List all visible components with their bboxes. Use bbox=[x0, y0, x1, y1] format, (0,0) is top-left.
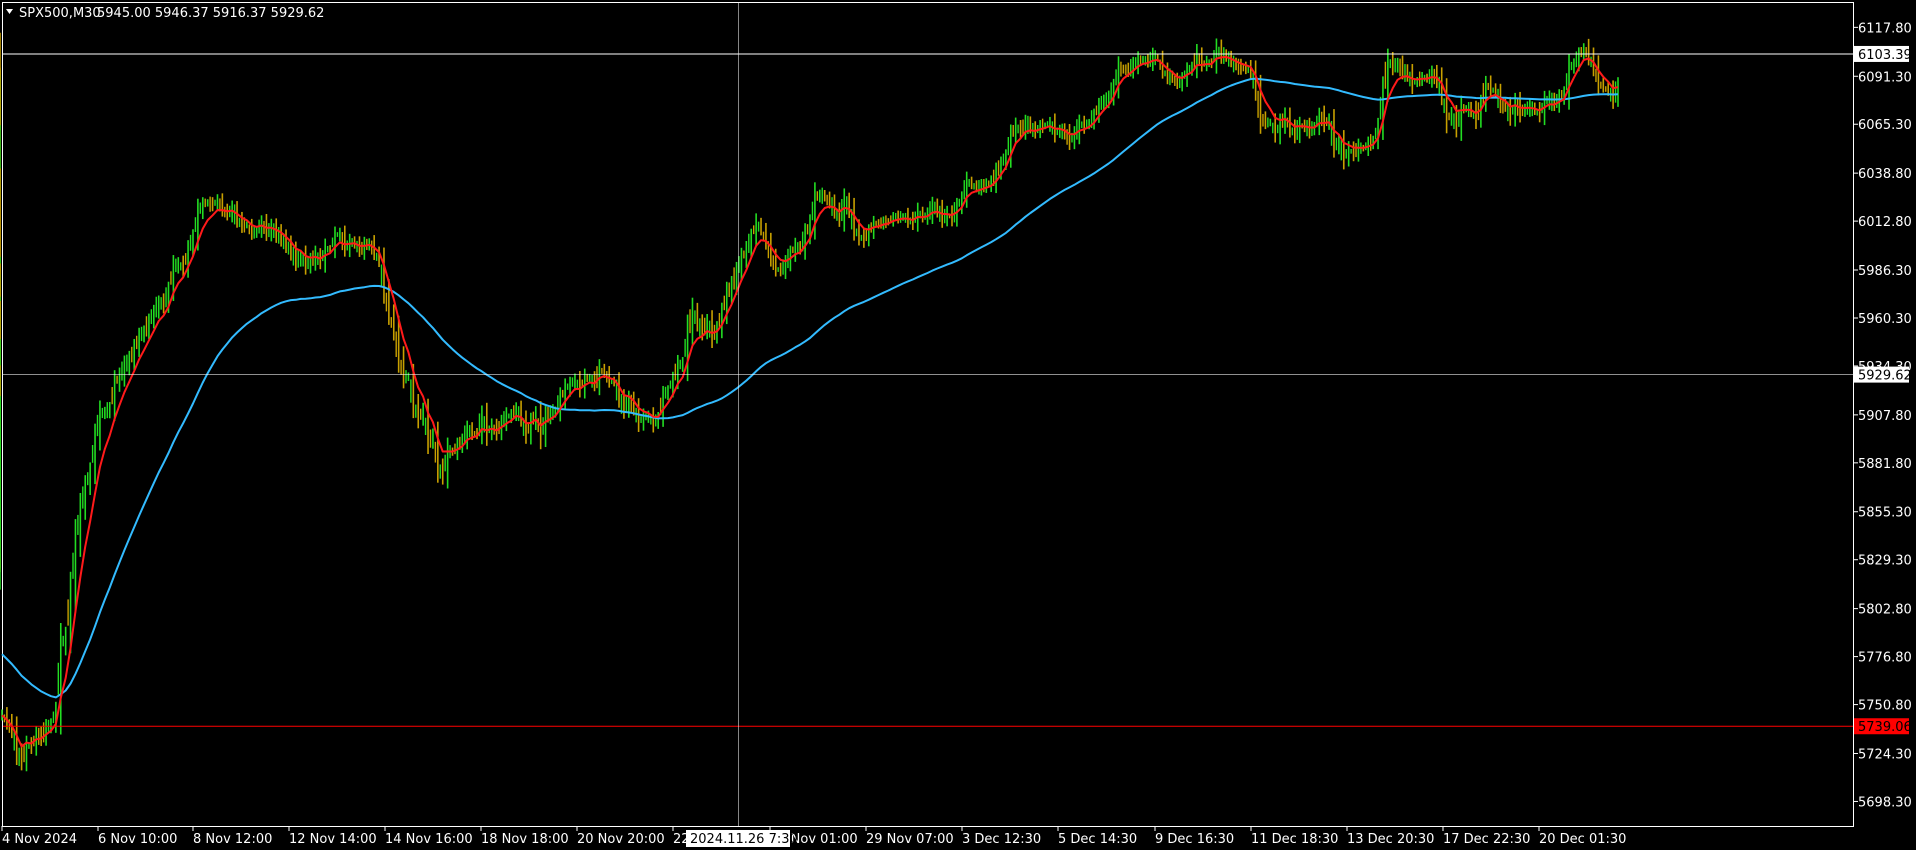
x-tick-label: 9 Dec 16:30 bbox=[1155, 832, 1234, 847]
y-tick-label: 6117.80 bbox=[1858, 21, 1912, 36]
y-tick-label: 5881.80 bbox=[1858, 457, 1912, 472]
x-tick-label: 6 Nov 10:00 bbox=[98, 832, 177, 847]
x-tick-label: 5 Dec 14:30 bbox=[1058, 832, 1137, 847]
level-red-label: 5739.06 bbox=[1858, 720, 1912, 735]
x-tick-label: 17 Dec 22:30 bbox=[1443, 832, 1530, 847]
symbol-label: SPX500,M30 bbox=[19, 6, 101, 21]
x-tick-label: 4 Nov 2024 bbox=[2, 832, 77, 847]
price-chart[interactable]: 6117.80 6091.30 6065.30 6038.80 6012.80 5986.… bbox=[0, 0, 1916, 850]
y-tick-label: 5724.30 bbox=[1858, 747, 1912, 762]
y-tick-label: 5802.80 bbox=[1858, 603, 1912, 618]
x-tick-label: 8 Nov 12:00 bbox=[193, 832, 272, 847]
ohlc-values: 5945.00 5946.37 5916.37 5929.62 bbox=[97, 6, 324, 21]
y-tick-label: 5750.80 bbox=[1858, 699, 1912, 714]
chart-background bbox=[0, 0, 1916, 850]
y-tick-label: 6038.80 bbox=[1858, 167, 1912, 182]
x-tick-label: 20 Dec 01:30 bbox=[1539, 832, 1626, 847]
chart-header: SPX500,M30 5945.00 5946.37 5916.37 5929.… bbox=[6, 6, 324, 21]
x-tick-label: 12 Nov 14:00 bbox=[289, 832, 377, 847]
x-tick-label: 20 Nov 20:00 bbox=[577, 832, 665, 847]
y-tick-label: 5776.80 bbox=[1858, 651, 1912, 666]
level-white-label: 6103.39 bbox=[1858, 48, 1912, 63]
x-tick-label: 11 Dec 18:30 bbox=[1251, 832, 1338, 847]
y-tick-label: 6091.30 bbox=[1858, 70, 1912, 85]
crosshair-price-label: 5929.62 bbox=[1858, 369, 1912, 384]
crosshair-time-label: 2024.11.26 7:30 bbox=[690, 832, 798, 847]
y-tick-label: 5960.30 bbox=[1858, 312, 1912, 327]
y-tick-label: 6012.80 bbox=[1858, 215, 1912, 230]
y-tick-label: 5986.30 bbox=[1858, 264, 1912, 279]
x-tick-label: 18 Nov 18:00 bbox=[481, 832, 569, 847]
y-tick-label: 5698.30 bbox=[1858, 795, 1912, 810]
y-tick-label: 6065.30 bbox=[1858, 118, 1912, 133]
x-tick-label: 13 Dec 20:30 bbox=[1347, 832, 1434, 847]
x-tick-label: 3 Dec 12:30 bbox=[962, 832, 1041, 847]
y-tick-label: 5907.80 bbox=[1858, 409, 1912, 424]
y-tick-label: 5829.30 bbox=[1858, 554, 1912, 569]
x-tick-label: 29 Nov 07:00 bbox=[866, 832, 954, 847]
y-tick-label: 5855.30 bbox=[1858, 506, 1912, 521]
x-tick-label: 14 Nov 16:00 bbox=[385, 832, 473, 847]
